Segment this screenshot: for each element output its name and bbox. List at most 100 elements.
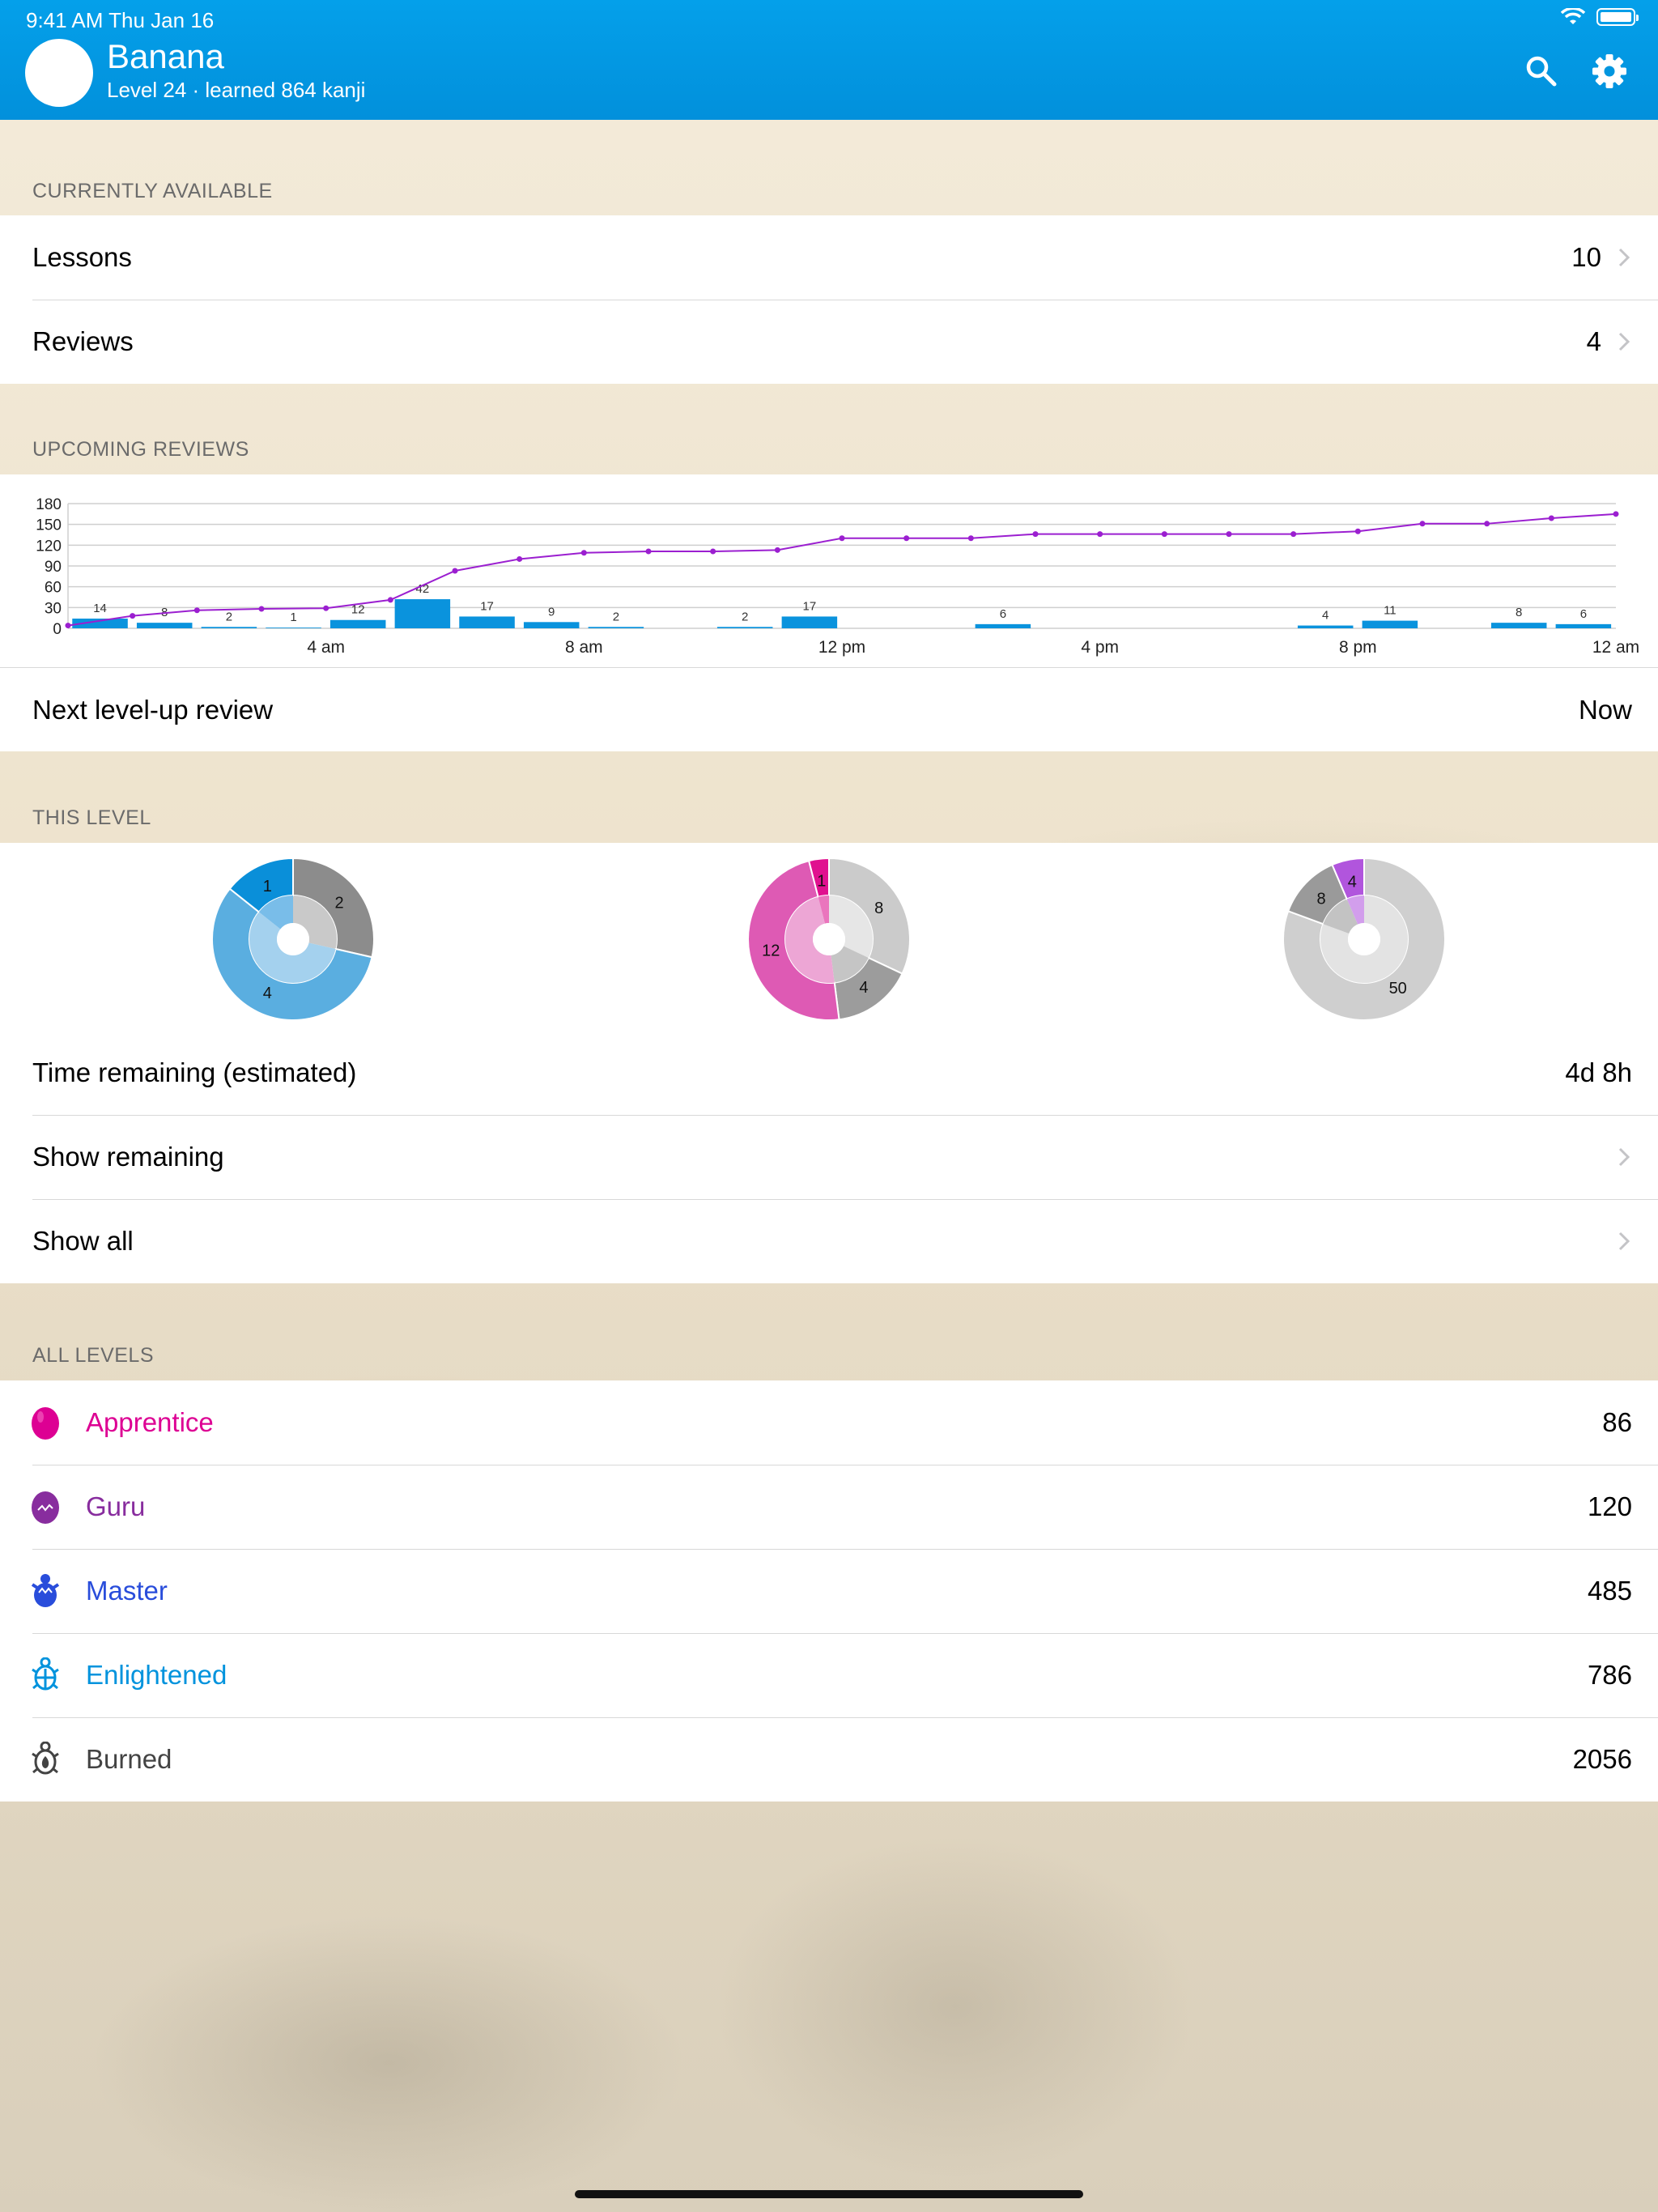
master-baby-turtle-icon bbox=[31, 1574, 60, 1607]
bar-value-label: 8 bbox=[1516, 606, 1522, 619]
cumulative-point bbox=[1419, 521, 1426, 527]
show-all-row[interactable]: Show all bbox=[0, 1199, 1658, 1283]
burned-count: 2056 bbox=[1572, 1744, 1632, 1774]
y-tick-label: 150 bbox=[36, 517, 62, 534]
app-header: 9:41 AM Thu Jan 16 Banana Level 24 · lea… bbox=[0, 0, 1658, 120]
cumulative-point bbox=[1226, 531, 1232, 538]
show-remaining-row[interactable]: Show remaining bbox=[0, 1115, 1658, 1199]
bar-value-label: 9 bbox=[548, 605, 555, 619]
chart-bar bbox=[394, 599, 451, 628]
chart-bar bbox=[136, 623, 193, 628]
pie-slice-label: 4 bbox=[1348, 873, 1357, 891]
pie-slice-label: 50 bbox=[1389, 980, 1407, 998]
x-tick-label: 4 pm bbox=[1081, 638, 1119, 657]
reviews-label: Reviews bbox=[32, 326, 134, 356]
x-tick-label: 12 am bbox=[1592, 638, 1639, 657]
y-tick-label: 60 bbox=[45, 580, 62, 597]
srs-level-row-burned[interactable]: Burned 2056 bbox=[0, 1717, 1658, 1802]
srs-level-row-guru[interactable]: Guru 120 bbox=[0, 1465, 1658, 1549]
cumulative-point bbox=[580, 550, 587, 556]
cumulative-point bbox=[1484, 521, 1490, 527]
bar-value-label: 4 bbox=[1322, 609, 1329, 623]
chart-bar bbox=[1297, 625, 1354, 628]
cumulative-point bbox=[387, 597, 393, 603]
pie-slice-label: 4 bbox=[263, 985, 272, 1002]
bar-value-label: 2 bbox=[742, 610, 748, 623]
status-icons bbox=[1561, 8, 1639, 26]
guru-hatching-egg-icon bbox=[32, 1491, 59, 1524]
cumulative-point bbox=[65, 623, 71, 629]
chart-bar bbox=[459, 616, 515, 628]
pie-center-hole bbox=[813, 923, 845, 955]
cumulative-point bbox=[193, 607, 200, 614]
gear-icon[interactable] bbox=[1592, 53, 1627, 89]
chart-bar bbox=[1490, 623, 1547, 628]
cumulative-point bbox=[645, 548, 652, 555]
pie-slice-label: 12 bbox=[762, 942, 780, 960]
upcoming-reviews-chart-svg: 030609012015018014 8 2 1124217 9 2 2176 4 11 8 64 … bbox=[36, 496, 1639, 657]
this-level-group: 2 4 1 8 4 12 1 50 8 4 Time remaining (estimated) … bbox=[0, 843, 1658, 1283]
home-indicator[interactable] bbox=[575, 2190, 1083, 2198]
y-tick-label: 120 bbox=[36, 538, 62, 555]
pie-slice-label: 8 bbox=[874, 900, 883, 917]
enlightened-label: Enlightened bbox=[86, 1660, 227, 1690]
chart-bar bbox=[329, 619, 386, 628]
x-tick-label: 8 pm bbox=[1339, 638, 1377, 657]
reviews-row[interactable]: Reviews 4 bbox=[0, 300, 1658, 384]
bar-value-label: 42 bbox=[416, 582, 430, 596]
time-remaining-row: Time remaining (estimated) 4d 8h bbox=[0, 1031, 1658, 1115]
available-group: Lessons 10 Reviews 4 bbox=[0, 215, 1658, 384]
cumulative-point bbox=[1548, 515, 1554, 521]
enlightened-turtle-icon bbox=[32, 1657, 59, 1691]
bar-value-label: 14 bbox=[93, 602, 107, 615]
pie-center-hole bbox=[1348, 923, 1380, 955]
cumulative-point bbox=[774, 547, 780, 553]
chart-bar bbox=[201, 627, 257, 628]
next-level-up-label: Next level-up review bbox=[32, 694, 274, 725]
burned-label: Burned bbox=[86, 1744, 172, 1774]
y-tick-label: 90 bbox=[45, 559, 62, 576]
chevron-right-icon bbox=[1618, 1147, 1630, 1167]
pie-center-hole bbox=[277, 923, 309, 955]
avatar[interactable] bbox=[25, 39, 93, 107]
cumulative-point bbox=[1097, 531, 1103, 538]
chart-bar bbox=[523, 622, 580, 628]
chart-bar bbox=[716, 627, 773, 628]
status-time: 9:41 AM Thu Jan 16 bbox=[26, 8, 215, 32]
pie-slice-label: 1 bbox=[263, 878, 272, 895]
master-label: Master bbox=[86, 1576, 168, 1606]
x-tick-label: 12 pm bbox=[818, 638, 865, 657]
srs-level-row-apprentice[interactable]: Apprentice 86 bbox=[0, 1380, 1658, 1465]
section-header-all-levels: ALL LEVELS bbox=[32, 1344, 155, 1367]
guru-label: Guru bbox=[86, 1491, 146, 1521]
cumulative-point bbox=[903, 535, 910, 542]
bar-value-label: 6 bbox=[1000, 607, 1006, 621]
chevron-right-icon bbox=[1618, 248, 1630, 267]
chevron-right-icon bbox=[1618, 332, 1630, 351]
x-tick-label: 8 am bbox=[565, 638, 603, 657]
cumulative-point bbox=[323, 605, 329, 611]
search-icon[interactable] bbox=[1524, 53, 1559, 89]
cumulative-point bbox=[1613, 511, 1619, 517]
this-level-pies: 2 4 1 8 4 12 1 50 8 4 bbox=[0, 843, 1658, 1031]
chart-bar bbox=[781, 616, 838, 628]
section-header-this-level: THIS LEVEL bbox=[32, 806, 151, 829]
bar-value-label: 17 bbox=[803, 599, 817, 613]
lessons-count: 10 bbox=[1571, 242, 1601, 272]
cumulative-point bbox=[452, 568, 458, 574]
apprentice-label: Apprentice bbox=[86, 1407, 214, 1437]
cumulative-point bbox=[130, 613, 136, 619]
battery-icon bbox=[1596, 8, 1639, 26]
cumulative-point bbox=[967, 535, 974, 542]
upcoming-group: 0 30 60 90 120 150 180 14 8 2 1 12 42 17 9 2 2 17 6 4 11 8 6 4 … bbox=[0, 474, 1658, 751]
y-tick-label: 180 bbox=[36, 496, 62, 513]
srs-level-row-master[interactable]: Master 485 bbox=[0, 1549, 1658, 1633]
cumulative-point bbox=[1032, 531, 1039, 538]
y-tick-label: 30 bbox=[45, 600, 62, 617]
bar-value-label: 17 bbox=[480, 599, 494, 613]
lessons-row[interactable]: Lessons 10 bbox=[0, 215, 1658, 300]
chart-bar bbox=[266, 627, 321, 628]
srs-level-row-enlightened[interactable]: Enlightened 786 bbox=[0, 1633, 1658, 1717]
cumulative-point bbox=[258, 606, 265, 612]
pie-slice-label: 2 bbox=[335, 894, 344, 912]
